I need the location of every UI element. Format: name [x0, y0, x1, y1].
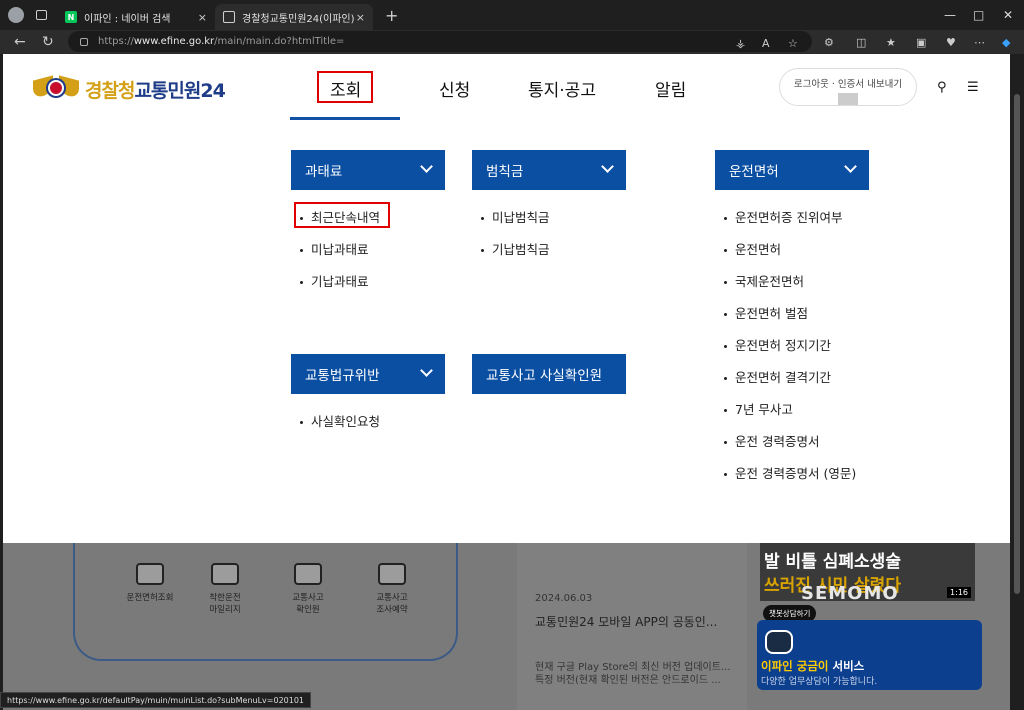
collections-icon[interactable]: ▣ [916, 36, 926, 49]
address-toolbar: ← ↻ https://www.efine.go.kr/main/main.do… [0, 30, 1024, 54]
user-name-blurred [838, 93, 858, 105]
tab-close-icon[interactable]: × [356, 11, 365, 24]
favorites-icon[interactable]: ★ [886, 36, 896, 49]
category-fine[interactable]: 과태료 [291, 150, 445, 190]
news-panel: 2024.06.03 교통민원24 모바일 APP의 공동인... 현재 구글 … [517, 543, 747, 710]
url-bar[interactable]: https://www.efine.go.kr/main/main.do?htm… [68, 31, 812, 52]
link-license-suspension[interactable]: 운전면허 정지기간 [724, 335, 831, 354]
chevron-down-icon [420, 364, 433, 377]
link-unpaid-fine[interactable]: 미납과태료 [300, 239, 369, 258]
site-header: 경찰청교통민원24 조회 신청 통지·공고 알림 로그아웃 · 인증서 내보내기… [3, 54, 1010, 122]
key-icon[interactable]: ⚶ [736, 37, 745, 50]
site-logo[interactable]: 경찰청교통민원24 [33, 72, 226, 106]
new-tab-button[interactable]: + [385, 6, 398, 25]
window-close-icon[interactable]: ✕ [1003, 8, 1013, 22]
naver-favicon-icon: N [65, 11, 77, 23]
status-bar-url: https://www.efine.go.kr/defaultPay/muin/… [0, 692, 312, 708]
url-path: /main/main.do?htmlTitle= [214, 36, 345, 47]
link-license-authenticity[interactable]: 운전면허증 진위여부 [724, 207, 842, 226]
url-domain: www.efine.go.kr [133, 36, 215, 47]
link-driving-record[interactable]: 운전 경력증명서 [724, 431, 819, 450]
browser-titlebar: N 이파인 : 네이버 검색 × 경찰청교통민원24(이파인) × + — □ … [0, 0, 1024, 30]
link-license-disqualification[interactable]: 운전면허 결격기간 [724, 367, 831, 386]
tab-actions-icon[interactable] [36, 10, 47, 20]
menu-announcements[interactable]: 알림 [655, 76, 686, 101]
highlight-box [294, 202, 390, 228]
chevron-down-icon [844, 160, 857, 173]
favorite-star-icon[interactable]: ☆ [788, 37, 798, 50]
menu-notice[interactable]: 통지·공고 [528, 76, 596, 101]
tab-naver-search[interactable]: N 이파인 : 네이버 검색 × [57, 4, 215, 30]
service-accident-confirm[interactable]: 교통사고 확인원 [273, 563, 343, 615]
scrollbar-thumb[interactable] [1014, 94, 1020, 594]
category-accident-certificate[interactable]: 교통사고 사실확인원 [472, 354, 626, 394]
bell-hand-icon [378, 563, 406, 585]
video-duration: 1:16 [947, 587, 971, 598]
link-license[interactable]: 운전면허 [724, 239, 781, 258]
news-title[interactable]: 교통민원24 모바일 APP의 공동인... [535, 613, 717, 630]
search-icon[interactable]: ⚲ [937, 80, 947, 95]
chevron-down-icon [601, 160, 614, 173]
tab-close-icon[interactable]: × [198, 11, 207, 24]
category-penalty[interactable]: 범칙금 [472, 150, 626, 190]
robot-icon [765, 630, 793, 654]
read-aloud-icon[interactable]: A [762, 37, 770, 50]
watermark: SEMOMO [801, 583, 899, 604]
chatbot-title: 이파인 궁금이 서비스 [761, 659, 865, 673]
police-emblem-icon [33, 72, 79, 106]
menu-application[interactable]: 신청 [439, 76, 470, 101]
menu-highlight-box [317, 71, 373, 103]
news-excerpt: 현재 구글 Play Store의 최신 버전 업데이트... 특정 버전(현재… [535, 662, 731, 686]
minimize-icon[interactable]: — [944, 8, 956, 22]
more-menu-icon[interactable]: ⋯ [974, 36, 985, 49]
tab-title: 이파인 : 네이버 검색 [84, 13, 171, 25]
menu-active-underline [290, 117, 400, 120]
quick-service-card: 운전면허조회 착한운전 마일리지 교통사고 확인원 교통사고 조사예약 [73, 543, 458, 661]
service-license-inquiry[interactable]: 운전면허조회 [115, 563, 185, 603]
page-background-dimmed: 운전면허조회 착한운전 마일리지 교통사고 확인원 교통사고 조사예약 2024… [3, 543, 1010, 710]
category-violation[interactable]: 교통법규위반 [291, 354, 445, 394]
refresh-icon[interactable]: ↻ [42, 34, 56, 50]
link-fact-check-request[interactable]: 사실확인요청 [300, 411, 380, 430]
car-coins-icon [211, 563, 239, 585]
chatbot-card[interactable]: 이파인 궁금이 서비스 다양한 업무상담이 가능합니다. [757, 620, 982, 690]
lock-icon [80, 37, 88, 46]
web-page: 경찰청교통민원24 조회 신청 통지·공고 알림 로그아웃 · 인증서 내보내기… [3, 54, 1010, 710]
link-intl-license[interactable]: 국제운전면허 [724, 271, 804, 290]
extensions-icon[interactable]: ⚙ [824, 36, 834, 49]
link-seven-years-safe[interactable]: 7년 무사고 [724, 399, 793, 418]
hamburger-menu-icon[interactable]: ☰ [967, 80, 979, 95]
url-prefix: https:// [98, 36, 134, 47]
tab-title: 경찰청교통민원24(이파인) [242, 13, 355, 25]
chevron-down-icon [420, 160, 433, 173]
scrollbar[interactable] [1010, 54, 1024, 710]
link-unpaid-penalty[interactable]: 미납범칙금 [481, 207, 550, 226]
maximize-icon[interactable]: □ [973, 8, 984, 22]
page-favicon-icon [223, 11, 235, 23]
split-screen-icon[interactable]: ◫ [856, 36, 866, 49]
logout-cert-export-link[interactable]: 로그아웃 · 인증서 내보내기 [780, 76, 916, 90]
link-paid-penalty[interactable]: 기납범칙금 [481, 239, 550, 258]
news-date: 2024.06.03 [535, 593, 593, 604]
link-paid-fine[interactable]: 기납과태료 [300, 271, 369, 290]
document-pen-icon [294, 563, 322, 585]
id-card-icon [136, 563, 164, 585]
performance-icon[interactable]: ♥ [946, 36, 956, 49]
category-license[interactable]: 운전면허 [715, 150, 869, 190]
tab-efine[interactable]: 경찰청교통민원24(이파인) × [215, 4, 373, 30]
mega-menu: 과태료 최근단속내역 미납과태료 기납과태료 범칙금 미납범칙금 기납범칙금 운… [3, 122, 1010, 543]
link-driving-record-en[interactable]: 운전 경력증명서 (영문) [724, 463, 856, 482]
link-license-points[interactable]: 운전면허 벌점 [724, 303, 808, 322]
profile-avatar-icon[interactable] [8, 7, 24, 23]
service-accident-reservation[interactable]: 교통사고 조사예약 [357, 563, 427, 615]
chatbot-subtitle: 다양한 업무상담이 가능합니다. [761, 677, 878, 687]
copilot-icon[interactable]: ◆ [1002, 36, 1010, 49]
back-icon[interactable]: ← [14, 34, 28, 50]
service-mileage[interactable]: 착한운전 마일리지 [190, 563, 260, 615]
login-box[interactable]: 로그아웃 · 인증서 내보내기 [779, 68, 917, 106]
logo-text: 경찰청교통민원24 [85, 79, 226, 102]
